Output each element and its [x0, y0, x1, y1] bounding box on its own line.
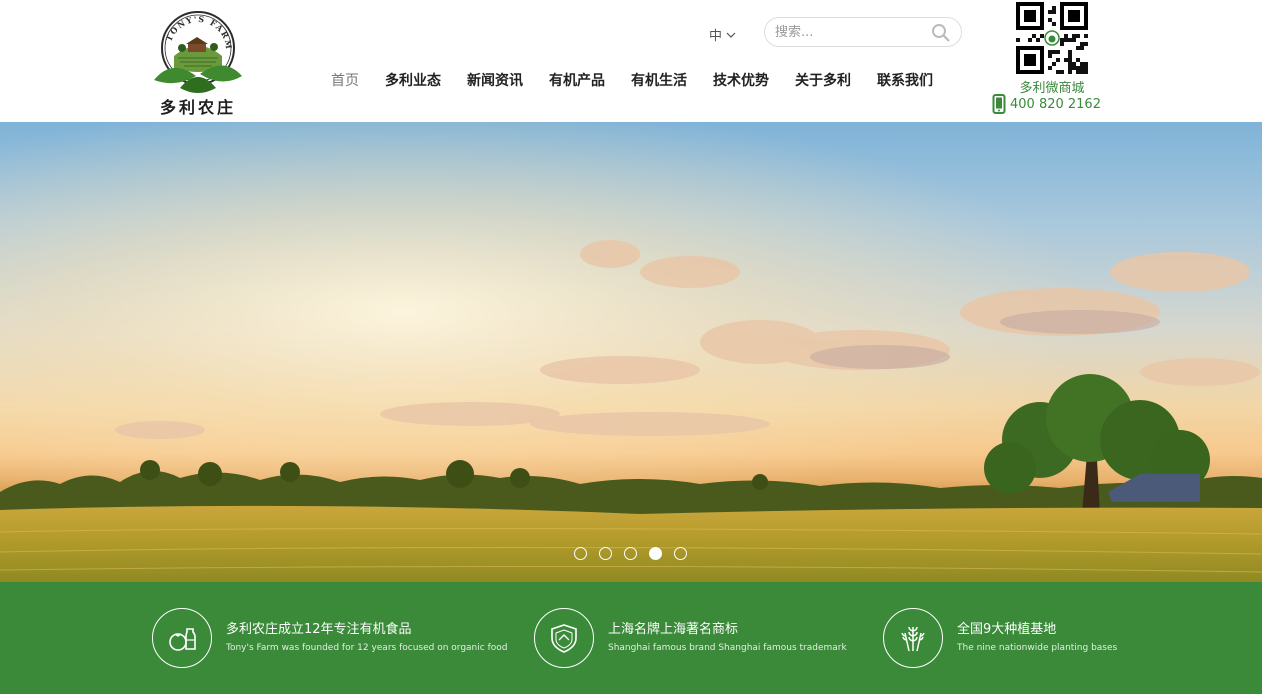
language-label: 中: [709, 29, 723, 44]
slider-dot[interactable]: [624, 547, 637, 560]
feature-subtitle: Tony's Farm was founded for 12 years foc…: [226, 643, 508, 653]
feature-item-founded: 多利农庄成立12年专注有机食品 Tony's Farm was founded …: [152, 608, 507, 668]
nav-item-technology[interactable]: 技术优势: [700, 72, 782, 90]
qr-code: [1016, 2, 1088, 74]
chevron-down-icon: [726, 32, 736, 38]
slider-dot[interactable]: [649, 547, 662, 560]
tomato-bottle-icon: [152, 608, 212, 668]
slider-dot[interactable]: [674, 547, 687, 560]
search-box: [764, 17, 962, 47]
language-selector[interactable]: 中: [709, 25, 736, 44]
hero-banner: [0, 122, 1262, 582]
nav-item-products[interactable]: 有机产品: [536, 72, 618, 90]
feature-subtitle: Shanghai famous brand Shanghai famous tr…: [608, 643, 847, 653]
slider-dot[interactable]: [599, 547, 612, 560]
phone-contact[interactable]: 400 820 2162: [992, 94, 1101, 114]
feature-bar: 多利农庄成立12年专注有机食品 Tony's Farm was founded …: [0, 582, 1262, 694]
phone-number: 400 820 2162: [1010, 96, 1101, 112]
shield-badge-icon: [534, 608, 594, 668]
feature-title: 多利农庄成立12年专注有机食品: [226, 622, 412, 637]
feature-title: 上海名牌上海著名商标: [608, 622, 739, 637]
feature-item-bases: 全国9大种植基地 The nine nationwide planting ba…: [883, 608, 1117, 668]
feature-subtitle: The nine nationwide planting bases: [957, 643, 1118, 653]
mobile-phone-icon: [992, 94, 1006, 114]
search-icon[interactable]: [931, 23, 951, 43]
nav-item-lifestyle[interactable]: 有机生活: [618, 72, 700, 90]
main-nav: 首页 多利业态 新闻资讯 有机产品 有机生活 技术优势 关于多利 联系我们: [318, 72, 946, 90]
brand-name: 多利农庄: [160, 98, 237, 117]
slider-dot[interactable]: [574, 547, 587, 560]
nav-item-about[interactable]: 关于多利: [782, 72, 864, 90]
feature-item-brand: 上海名牌上海著名商标 Shanghai famous brand Shangha…: [534, 608, 847, 668]
nav-item-business[interactable]: 多利业态: [372, 72, 454, 90]
wheat-icon: [883, 608, 943, 668]
hero-landscape-image: [0, 122, 1262, 582]
nav-item-contact[interactable]: 联系我们: [864, 72, 946, 90]
feature-title: 全国9大种植基地: [957, 622, 1057, 637]
search-input[interactable]: [775, 23, 925, 41]
nav-item-home[interactable]: 首页: [318, 72, 372, 90]
slider-pagination: [574, 547, 687, 560]
site-header: TONY'S FARM 多利农庄 中 首页 多利业态 新闻资讯 有机产品 有机生…: [0, 0, 1262, 122]
nav-item-news[interactable]: 新闻资讯: [454, 72, 536, 90]
